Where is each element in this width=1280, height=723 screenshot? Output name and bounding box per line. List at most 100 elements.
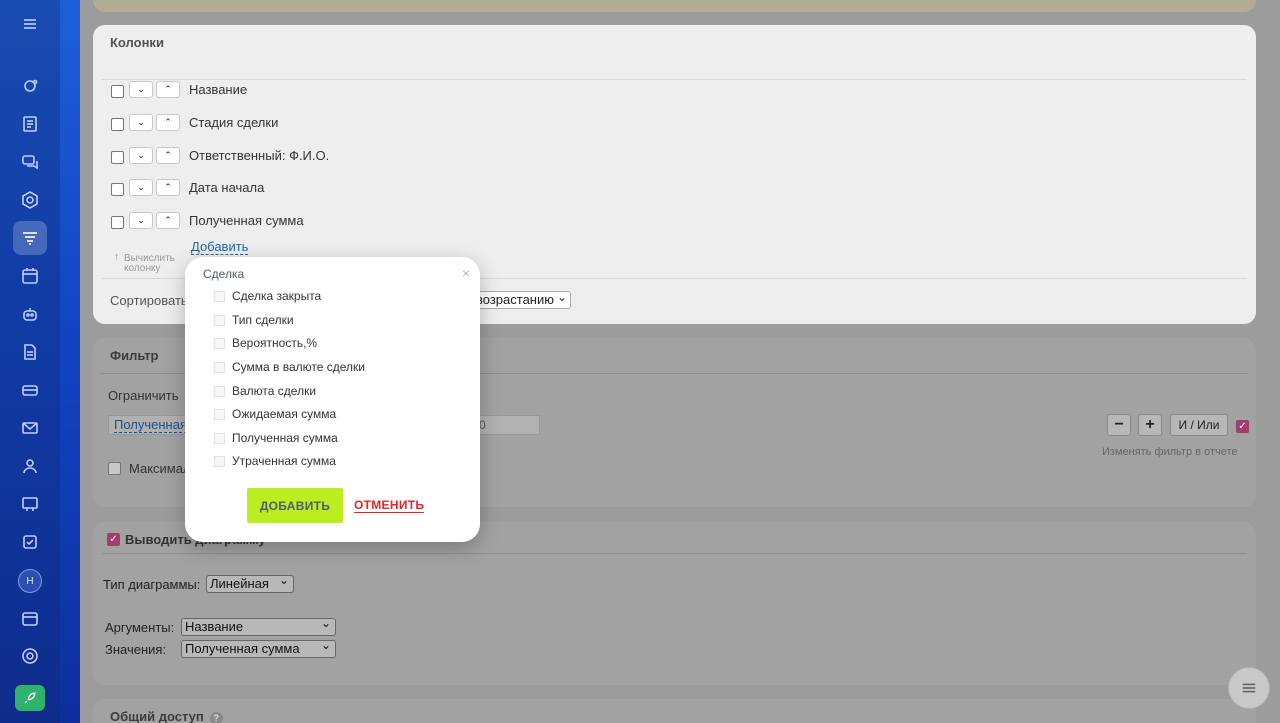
popup-title: Сделка bbox=[203, 267, 245, 281]
option-label: Тип сделки bbox=[232, 313, 294, 327]
help-icon[interactable]: ? bbox=[209, 711, 223, 723]
column-checkbox[interactable] bbox=[111, 117, 124, 131]
hexagon-icon[interactable] bbox=[13, 183, 47, 217]
schedule-icon[interactable] bbox=[13, 601, 47, 635]
add-condition-button[interactable]: + bbox=[1138, 414, 1162, 436]
column-checkbox[interactable] bbox=[111, 215, 124, 229]
popup-option[interactable]: Тип сделки bbox=[214, 313, 294, 327]
values-value: Полученная сумма bbox=[185, 641, 300, 656]
divider bbox=[102, 79, 1247, 80]
popup-option[interactable]: Полученная сумма bbox=[214, 431, 338, 445]
column-checkbox[interactable] bbox=[111, 182, 124, 196]
popup-option[interactable]: Вероятность,% bbox=[214, 336, 317, 350]
popup-option[interactable]: Сумма в валюте сделки bbox=[214, 360, 365, 374]
column-label: Полученная сумма bbox=[189, 212, 304, 228]
option-checkbox[interactable] bbox=[214, 432, 225, 444]
popup-option[interactable]: Утраченная сумма bbox=[214, 454, 336, 468]
column-row: ⌄ ⌃ Название bbox=[111, 79, 247, 99]
settings-gear-icon[interactable] bbox=[13, 639, 47, 673]
diagram-type-label: Тип диаграммы: bbox=[103, 577, 201, 592]
move-up-button[interactable]: ⌃ bbox=[156, 178, 180, 196]
option-checkbox[interactable] bbox=[214, 290, 225, 302]
diagram-type-select[interactable]: Линейная bbox=[206, 572, 294, 593]
arguments-select[interactable]: Название bbox=[181, 615, 336, 636]
calc-hint-line2: колонку bbox=[124, 263, 161, 274]
option-checkbox[interactable] bbox=[214, 408, 225, 420]
checkbox-icon[interactable] bbox=[13, 525, 47, 559]
users-icon[interactable] bbox=[13, 449, 47, 483]
robot-icon[interactable] bbox=[13, 297, 47, 331]
option-checkbox[interactable] bbox=[214, 361, 225, 373]
option-checkbox[interactable] bbox=[214, 314, 225, 326]
popup-option[interactable]: Валюта сделки bbox=[214, 384, 316, 398]
add-button[interactable]: ДОБАВИТЬ bbox=[247, 488, 343, 523]
move-up-button[interactable]: ⌃ bbox=[156, 80, 180, 98]
add-column-link[interactable]: Добавить bbox=[191, 239, 249, 255]
move-down-button[interactable]: ⌄ bbox=[129, 80, 153, 98]
column-row: ⌄ ⌃ Полученная сумма bbox=[111, 210, 304, 230]
option-checkbox[interactable] bbox=[214, 337, 225, 349]
column-row: ⌄ ⌃ Ответственный: Ф.И.О. bbox=[111, 145, 329, 165]
and-or-button[interactable]: И / Или bbox=[1170, 414, 1228, 436]
filter-value-text: 0 bbox=[479, 418, 486, 432]
sort-order-select[interactable]: возрастанию bbox=[473, 289, 571, 309]
cancel-button[interactable]: ОТМЕНИТЬ bbox=[354, 499, 425, 513]
column-checkbox[interactable] bbox=[111, 84, 124, 98]
rocket-icon[interactable] bbox=[15, 685, 45, 711]
show-diagram-checkbox[interactable]: ✓ bbox=[107, 533, 120, 546]
popup-option[interactable]: Сделка закрыта bbox=[214, 289, 321, 303]
messages-icon[interactable] bbox=[13, 145, 47, 179]
option-checkbox[interactable] bbox=[214, 455, 225, 467]
crm-filter-icon[interactable] bbox=[13, 221, 47, 255]
share-panel: Общий доступ? bbox=[93, 699, 1256, 723]
diagram-type-value: Линейная bbox=[210, 576, 269, 591]
limit-label: Ограничить bbox=[108, 388, 179, 403]
move-up-button[interactable]: ⌃ bbox=[156, 211, 180, 229]
tasks-list-icon[interactable] bbox=[13, 107, 47, 141]
move-up-button[interactable]: ⌃ bbox=[156, 146, 180, 164]
presentation-icon[interactable] bbox=[13, 487, 47, 521]
values-label: Значения: bbox=[105, 642, 167, 657]
calculate-column-hint[interactable]: ↑ Вычислить колонку bbox=[114, 251, 175, 274]
divider bbox=[102, 553, 1247, 554]
values-select[interactable]: Полученная сумма bbox=[181, 637, 336, 658]
popup-option[interactable]: Ожидаемая сумма bbox=[214, 407, 336, 421]
menu-icon[interactable] bbox=[13, 7, 47, 41]
columns-panel-title: Колонки bbox=[110, 35, 164, 50]
document-icon[interactable] bbox=[13, 335, 47, 369]
storage-icon[interactable] bbox=[13, 373, 47, 407]
column-label: Дата начала bbox=[189, 179, 265, 195]
arguments-value: Название bbox=[185, 619, 244, 634]
mail-icon[interactable] bbox=[13, 411, 47, 445]
option-label: Полученная сумма bbox=[232, 431, 338, 445]
diagram-panel: ✓ Выводить диаграмму Тип диаграммы: Лине… bbox=[93, 522, 1256, 685]
column-checkbox[interactable] bbox=[111, 150, 124, 164]
filter-field-input[interactable]: Полученная bbox=[108, 415, 188, 435]
option-checkbox[interactable] bbox=[214, 385, 225, 397]
move-down-button[interactable]: ⌄ bbox=[129, 211, 153, 229]
column-label: Ответственный: Ф.И.О. bbox=[189, 147, 330, 163]
max-option[interactable]: Максимал bbox=[108, 461, 191, 476]
max-checkbox[interactable] bbox=[108, 462, 121, 475]
remove-condition-button[interactable]: − bbox=[1107, 414, 1131, 436]
filter-field-value: Полученная bbox=[114, 417, 188, 433]
move-down-button[interactable]: ⌄ bbox=[129, 113, 153, 131]
list-menu-icon[interactable] bbox=[1228, 667, 1270, 709]
share-panel-title: Общий доступ? bbox=[101, 699, 1248, 723]
chat-network-icon[interactable] bbox=[13, 69, 47, 103]
arguments-label: Аргументы: bbox=[105, 620, 175, 635]
change-filter-hint: Изменять фильтр в отчете bbox=[1102, 446, 1238, 458]
sort-label: Сортировать bbox=[110, 293, 188, 308]
option-label: Сумма в валюте сделки bbox=[232, 360, 366, 374]
left-sidebar: Н bbox=[0, 0, 80, 723]
move-down-button[interactable]: ⌄ bbox=[129, 146, 153, 164]
arrow-up-icon: ↑ bbox=[114, 251, 120, 263]
close-icon[interactable]: × bbox=[462, 265, 470, 281]
add-field-popup: Сделка × Сделка закрыта Тип сделки Вероя… bbox=[185, 257, 480, 542]
sort-order-value: возрастанию bbox=[476, 292, 554, 307]
avatar[interactable]: Н bbox=[18, 569, 42, 593]
calendar-icon[interactable] bbox=[13, 259, 47, 293]
move-down-button[interactable]: ⌄ bbox=[129, 178, 153, 196]
change-filter-checkbox[interactable]: ✓ bbox=[1236, 420, 1249, 433]
move-up-button[interactable]: ⌃ bbox=[156, 113, 180, 131]
